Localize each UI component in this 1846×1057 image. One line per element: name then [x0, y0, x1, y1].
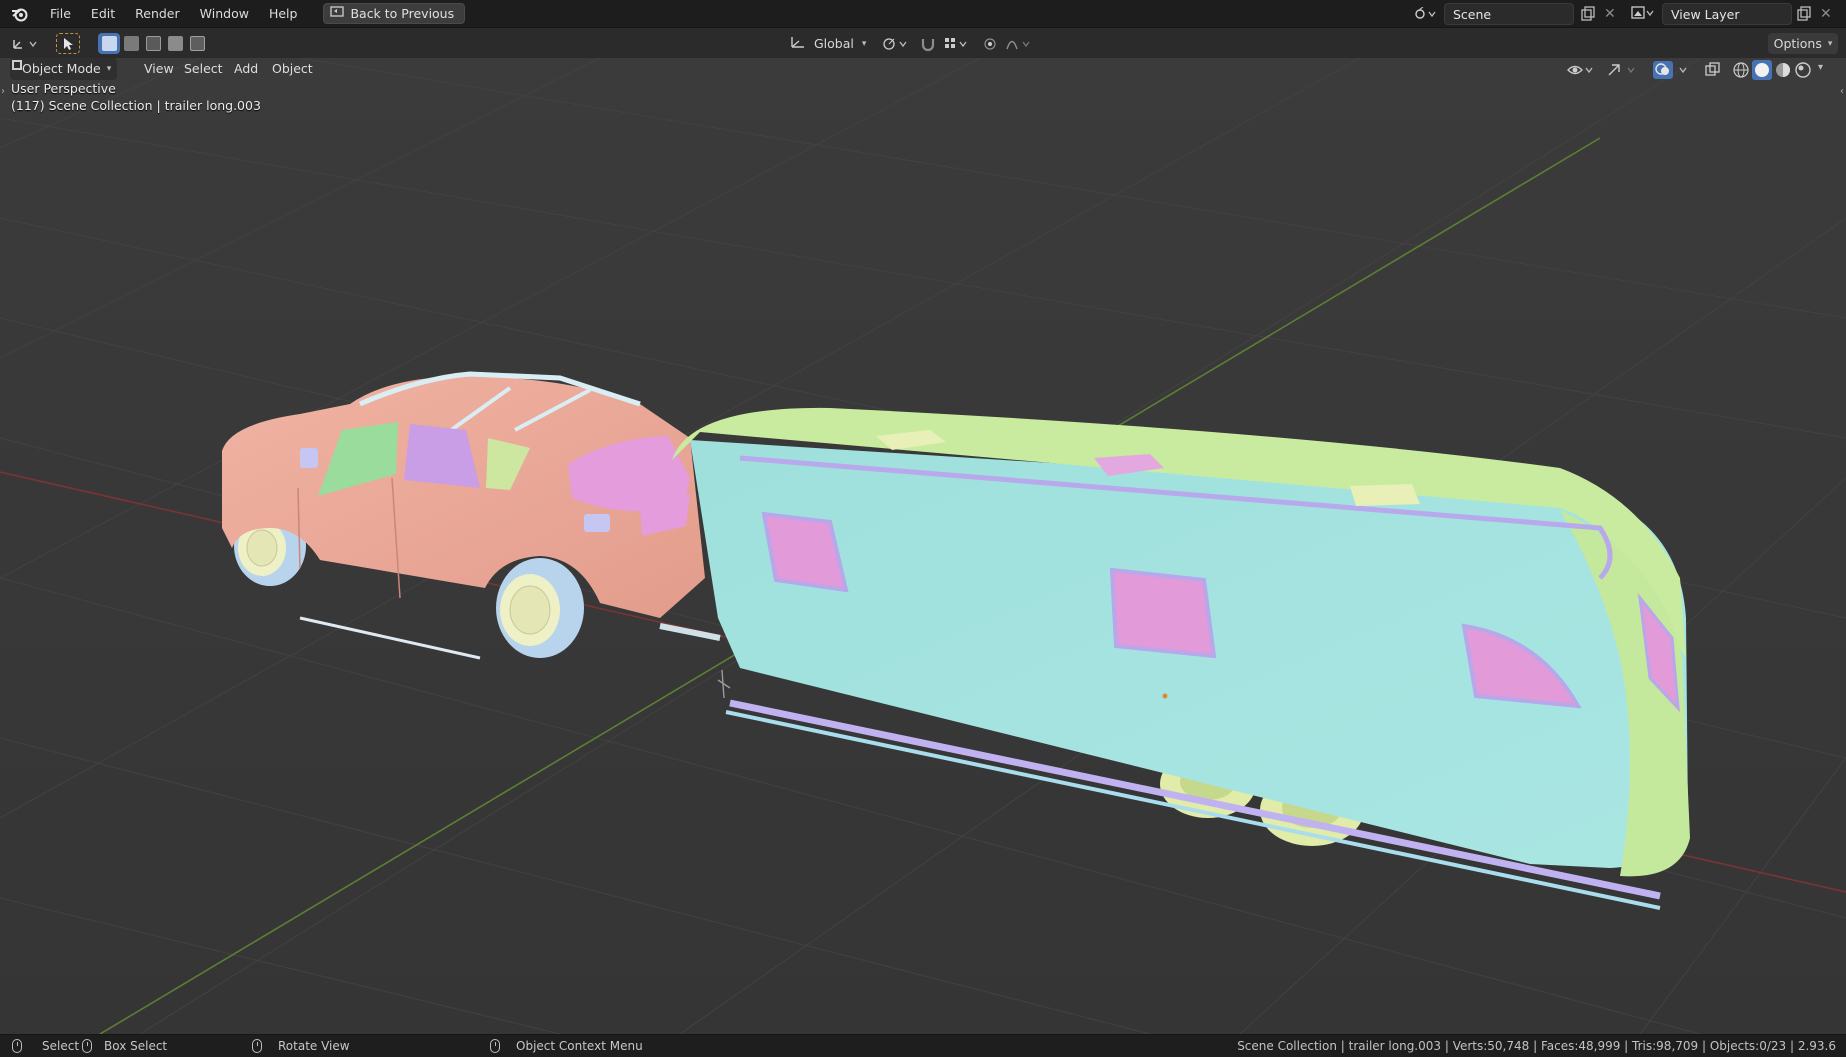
back-to-previous-label: Back to Previous — [350, 6, 455, 21]
scene-statistics: Scene Collection | trailer long.003 | Ve… — [1237, 1039, 1836, 1053]
shading-solid-icon[interactable] — [1752, 60, 1772, 80]
select-tool-icon[interactable] — [56, 33, 80, 54]
scene-type-icon[interactable] — [1412, 5, 1440, 23]
snap-increment-icon[interactable] — [942, 33, 972, 54]
active-collection-label: (117) Scene Collection | trailer long.00… — [11, 98, 261, 113]
3d-viewport[interactable]: Object Mode ▾ View Select Add Object ▾ U… — [0, 58, 1846, 1034]
menu-render[interactable]: Render — [125, 0, 190, 28]
object-mode-label: Object Mode — [22, 61, 101, 76]
back-screen-icon — [330, 6, 345, 21]
gizmo-toggle-icon[interactable] — [1606, 62, 1640, 78]
back-to-previous-button[interactable]: Back to Previous — [323, 3, 466, 24]
overlays-toggle-icon[interactable] — [1652, 60, 1692, 80]
viewport-scene — [0, 58, 1846, 1034]
view-layer-name-label: View Layer — [1671, 6, 1740, 22]
tool-header-bar: Global ▾ Options ▾ — [0, 28, 1846, 58]
select-mode-extend-icon[interactable] — [120, 33, 142, 54]
transform-orientation-label: Global — [814, 36, 854, 51]
status-hint-context-menu: Object Context Menu — [490, 1039, 643, 1053]
menu-window[interactable]: Window — [190, 0, 259, 28]
xray-toggle-icon[interactable] — [1704, 62, 1722, 78]
select-mode-intersect-icon[interactable] — [186, 33, 208, 54]
chevron-down-icon: ▾ — [1827, 38, 1833, 49]
shading-wireframe-icon[interactable] — [1732, 61, 1750, 79]
blender-logo-icon[interactable] — [0, 0, 40, 28]
shading-material-icon[interactable] — [1774, 61, 1792, 79]
menu-view[interactable]: View — [138, 58, 180, 80]
sidebar-toggle-left-icon[interactable]: › — [1, 86, 5, 97]
menu-file[interactable]: File — [40, 0, 81, 28]
options-dropdown[interactable]: Options ▾ — [1768, 33, 1838, 54]
mouse-right-icon — [490, 1039, 500, 1053]
mouse-drag-icon — [82, 1039, 92, 1053]
select-mode-subtract-icon[interactable] — [142, 33, 164, 54]
options-label: Options — [1773, 36, 1822, 51]
sidebar-toggle-right-icon[interactable]: ‹ — [1840, 86, 1844, 97]
status-hint-box-select: Box Select — [82, 1039, 167, 1053]
proportional-editing-icon[interactable] — [980, 33, 1000, 54]
status-bar: Select Box Select Rotate View Object Con… — [0, 1034, 1846, 1057]
status-hint-rotate-view: Rotate View — [252, 1039, 350, 1053]
status-hint-rotate-view-label: Rotate View — [278, 1039, 350, 1053]
menu-add[interactable]: Add — [228, 58, 264, 80]
menu-help[interactable]: Help — [259, 0, 308, 28]
new-view-layer-icon[interactable] — [1796, 6, 1812, 22]
top-menu-bar: File Edit Render Window Help Back to Pre… — [0, 0, 1846, 28]
transform-orientation-dropdown[interactable]: Global ▾ — [786, 33, 874, 54]
menu-object[interactable]: Object — [266, 58, 319, 80]
pivot-point-icon[interactable] — [880, 33, 910, 54]
status-hint-context-menu-label: Object Context Menu — [516, 1039, 643, 1053]
shading-options-chevron-icon[interactable]: ▾ — [1818, 62, 1832, 78]
status-hint-select-label: Select — [42, 1039, 80, 1053]
chevron-down-icon: ▾ — [861, 38, 867, 49]
orientation-axes-icon — [790, 35, 806, 52]
delete-scene-icon[interactable]: ✕ — [1604, 6, 1618, 22]
scene-name-label: Scene — [1453, 6, 1492, 22]
object-mode-dropdown[interactable]: Object Mode ▾ — [10, 58, 118, 80]
status-hint-select: Select — [12, 1039, 79, 1053]
perspective-label: User Perspective — [11, 81, 116, 96]
chevron-down-icon: ▾ — [106, 64, 112, 74]
mouse-left-icon — [12, 1039, 22, 1053]
select-mode-invert-icon[interactable] — [164, 33, 186, 54]
viewport-header: Object Mode ▾ View Select Add Object ▾ — [0, 58, 1846, 82]
menu-edit[interactable]: Edit — [81, 0, 125, 28]
visibility-eye-icon[interactable] — [1566, 62, 1596, 78]
menu-select[interactable]: Select — [178, 58, 229, 80]
scene-name-field[interactable]: Scene — [1444, 3, 1574, 25]
mouse-middle-icon — [252, 1039, 262, 1053]
shading-rendered-icon[interactable] — [1794, 61, 1812, 79]
editor-type-icon[interactable] — [8, 33, 42, 54]
status-hint-box-select-label: Box Select — [104, 1039, 168, 1053]
falloff-curve-icon[interactable] — [1004, 33, 1034, 54]
view-layer-type-icon[interactable] — [1630, 5, 1658, 23]
snap-magnet-icon[interactable] — [918, 33, 938, 54]
new-scene-icon[interactable] — [1580, 6, 1596, 22]
select-mode-new-icon[interactable] — [98, 33, 120, 54]
delete-view-layer-icon[interactable]: ✕ — [1820, 6, 1834, 22]
view-layer-name-field[interactable]: View Layer — [1662, 3, 1792, 25]
